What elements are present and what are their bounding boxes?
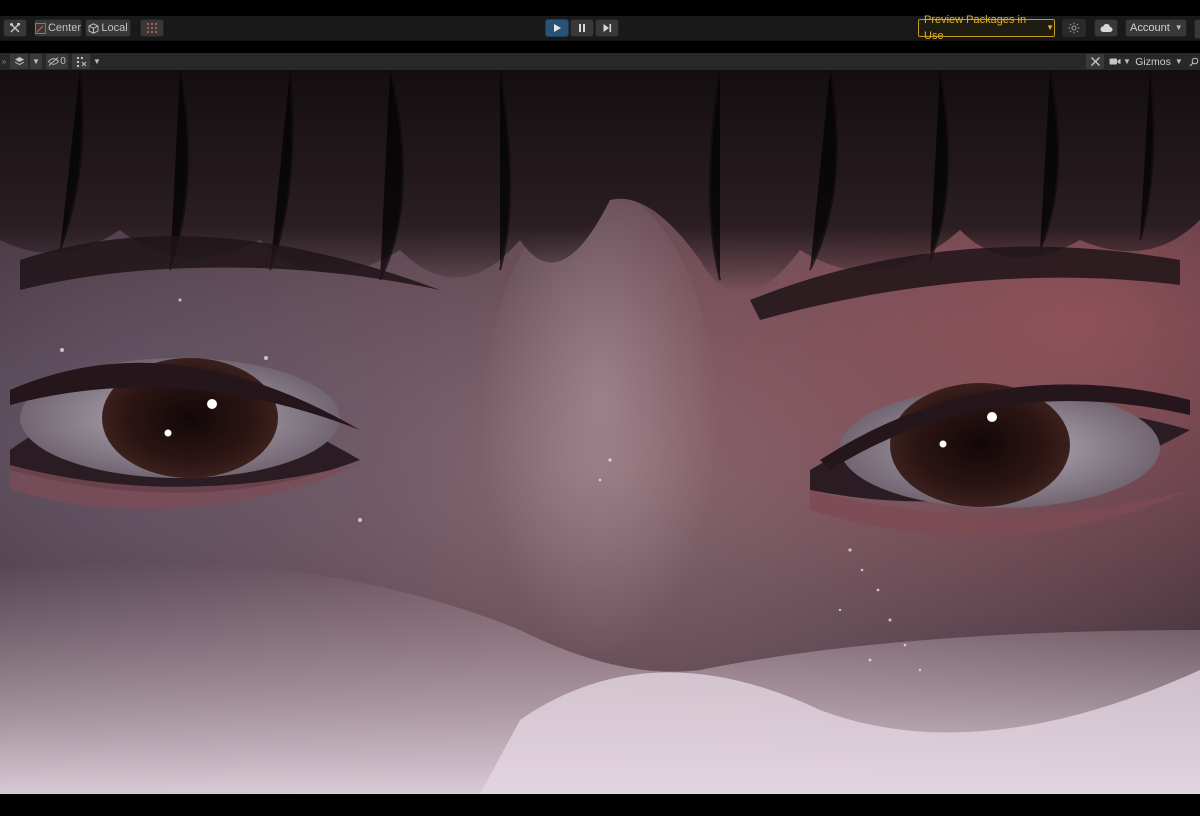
play-icon	[554, 24, 561, 32]
chevron-down-icon: ▼	[1046, 23, 1054, 32]
scene-view-toolbar: » ▼ 0 ▼ ▼ Gizmos ▼	[0, 53, 1200, 71]
gizmos-label: Gizmos	[1135, 55, 1171, 68]
scene-search-button[interactable]	[1188, 54, 1200, 69]
account-label: Account	[1130, 22, 1170, 34]
chevron-down-icon: ▼	[1174, 57, 1183, 66]
cloud-icon	[1100, 24, 1113, 32]
grid-snap-icon	[147, 23, 157, 33]
pause-button[interactable]	[570, 19, 594, 37]
camera-settings-dropdown[interactable]: ▼	[1108, 54, 1132, 69]
chevron-down-icon: ▼	[1174, 23, 1183, 32]
scene-tools-button[interactable]	[1086, 54, 1104, 69]
preview-packages-dropdown[interactable]: Preview Packages in Use ▼	[918, 14, 1055, 42]
account-dropdown[interactable]: Account ▼	[1125, 19, 1187, 37]
search-icon	[1189, 57, 1199, 66]
play-button[interactable]	[545, 19, 569, 37]
camera-icon	[1109, 58, 1121, 65]
local-space-cube-icon	[88, 22, 99, 34]
step-icon	[603, 24, 612, 32]
unity-editor-window: Center Local Preview Packages in Use ▼ A…	[0, 0, 1200, 816]
local-space-label: Local	[101, 22, 128, 34]
gizmos-dropdown[interactable]: Gizmos ▼	[1134, 54, 1184, 69]
preview-packages-label: Preview Packages in Use	[924, 14, 1027, 42]
tools-icon	[10, 23, 20, 33]
lighting-sun-icon	[1068, 22, 1080, 34]
eye-slash-icon	[48, 57, 60, 66]
layers-icon	[14, 57, 24, 66]
pivot-center-icon	[35, 22, 46, 34]
grid-snap-button[interactable]	[140, 19, 164, 37]
snap-dropdown[interactable]: ▼	[92, 54, 102, 69]
scene-viewport[interactable]	[0, 70, 1200, 794]
snap-increment-button[interactable]	[72, 54, 90, 69]
chevron-down-icon: ▼	[32, 57, 40, 66]
snap-increment-icon	[76, 57, 86, 67]
lighting-button[interactable]	[1062, 19, 1086, 37]
panel-drag-handle-icon[interactable]: »	[0, 54, 8, 69]
pause-icon	[579, 24, 585, 32]
pivot-center-button[interactable]: Center	[34, 19, 82, 37]
pivot-center-label: Center	[47, 22, 81, 34]
scene-tools-icon	[1090, 57, 1100, 66]
tools-button[interactable]	[3, 19, 27, 37]
hidden-count: 0	[60, 56, 66, 67]
layers-dropdown[interactable]: ▼	[30, 54, 42, 69]
cloud-button[interactable]	[1094, 19, 1118, 37]
rendered-face-closeup	[0, 70, 1200, 794]
main-toolbar: Center Local Preview Packages in Use ▼ A…	[0, 14, 1200, 42]
hidden-objects-toggle[interactable]: 0	[46, 54, 68, 69]
chevron-down-icon: ▼	[1123, 57, 1131, 66]
chevron-down-icon: ▼	[93, 57, 101, 66]
bottom-letterbox	[0, 794, 1200, 816]
layers-button[interactable]	[10, 54, 28, 69]
step-button[interactable]	[595, 19, 619, 37]
layers-dropdown-edge[interactable]	[1194, 19, 1200, 39]
local-space-button[interactable]: Local	[85, 19, 131, 37]
